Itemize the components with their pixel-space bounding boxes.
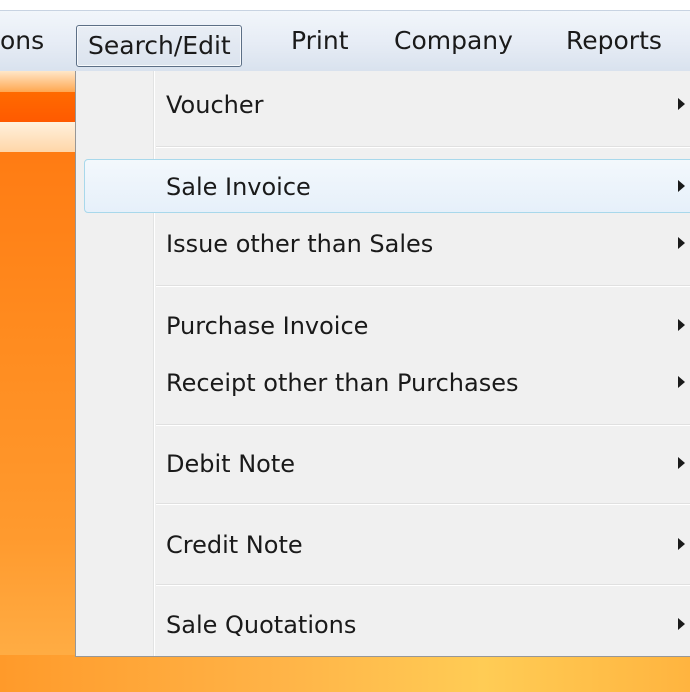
menu-reports[interactable]: Reports: [566, 11, 662, 71]
submenu-arrow-icon: [678, 376, 685, 388]
menu-search-edit[interactable]: Search/Edit: [76, 25, 242, 67]
menu-item-label: Credit Note: [166, 531, 303, 559]
menu-item-purchase-invoice[interactable]: Purchase Invoice: [76, 298, 690, 354]
submenu-arrow-icon: [678, 180, 685, 192]
menu-item-debit-note[interactable]: Debit Note: [76, 436, 690, 492]
submenu-arrow-icon: [678, 457, 685, 469]
menu-item-label: Purchase Invoice: [166, 312, 369, 340]
menu-item-sale-invoice[interactable]: Sale Invoice: [76, 159, 690, 215]
menu-print[interactable]: Print: [291, 11, 349, 71]
menu-item-receipt-other-than-purchases[interactable]: Receipt other than Purchases: [76, 355, 690, 411]
menu-item-sale-quotations[interactable]: Sale Quotations: [76, 597, 690, 653]
menu-item-issue-other-than-sales[interactable]: Issue other than Sales: [76, 216, 690, 272]
submenu-arrow-icon: [678, 319, 685, 331]
app-background-band: [0, 92, 75, 122]
menu-item-label: Issue other than Sales: [166, 230, 434, 258]
menu-item-label: Debit Note: [166, 450, 295, 478]
menu-item-label: Receipt other than Purchases: [166, 369, 519, 397]
submenu-arrow-icon: [678, 618, 685, 630]
submenu-arrow-icon: [678, 538, 685, 550]
menu-separator: [156, 424, 690, 426]
app-background-bottom: [0, 655, 690, 692]
app-background-band-light: [0, 122, 75, 152]
menu-separator: [156, 503, 690, 505]
submenu-arrow-icon: [678, 98, 685, 110]
menu-item-voucher[interactable]: Voucher: [76, 77, 690, 133]
menu-item-label: Sale Invoice: [166, 173, 311, 201]
search-edit-dropdown: Voucher Sale Invoice Issue other than Sa…: [75, 71, 690, 657]
menu-bar: ons Search/Edit Print Company Reports: [0, 10, 690, 71]
menu-separator: [156, 584, 690, 586]
menu-item-label: Voucher: [166, 91, 264, 119]
submenu-arrow-icon: [678, 237, 685, 249]
menu-item-label: Sale Quotations: [166, 611, 357, 639]
menu-item-credit-note[interactable]: Credit Note: [76, 517, 690, 573]
menu-separator: [156, 285, 690, 287]
menu-separator: [156, 146, 690, 148]
menu-company[interactable]: Company: [394, 11, 513, 71]
menu-options[interactable]: ons: [0, 11, 44, 71]
